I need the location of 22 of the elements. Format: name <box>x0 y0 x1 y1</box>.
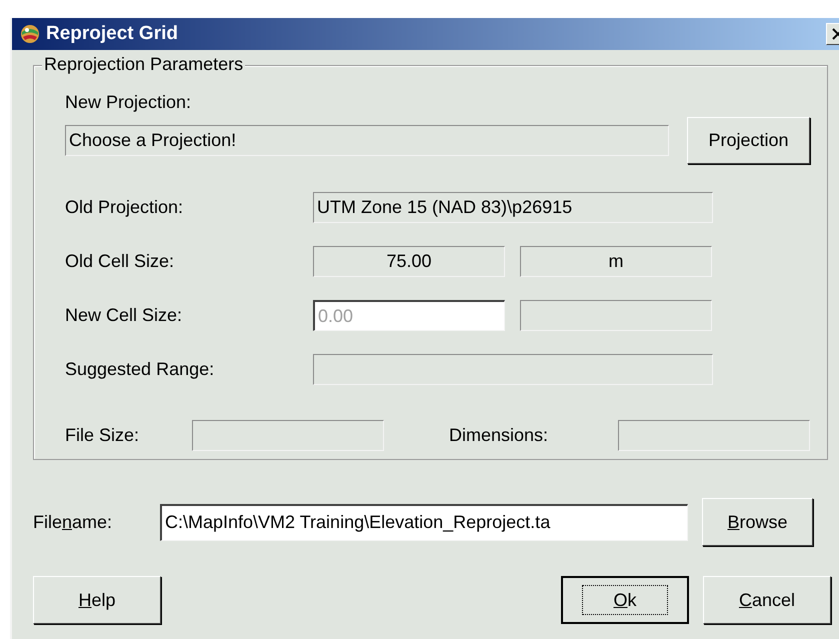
new-projection-field: Choose a Projection! <box>65 125 669 156</box>
field-label: New Projection: <box>65 92 192 113</box>
field-label: Old Cell Size: <box>65 251 176 272</box>
dialog-button[interactable]: Ok <box>561 576 689 624</box>
dialog-button[interactable]: Help <box>33 576 161 624</box>
dialog-button[interactable]: Cancel <box>703 576 831 624</box>
field-label: Dimensions: <box>449 425 550 446</box>
old-cell-size-field: 75.00 <box>313 246 505 277</box>
field-label: File Size: <box>65 425 140 446</box>
filename-label: Filename: <box>33 512 114 532</box>
new-cell-size-input[interactable]: 0.00 <box>313 300 505 331</box>
globe-icon <box>20 24 40 44</box>
group-title: Reprojection Parameters <box>42 54 246 75</box>
old-projection-field: UTM Zone 15 (NAD 83)\p26915 <box>313 192 713 223</box>
window-title: Reproject Grid <box>46 23 178 45</box>
projection-button[interactable]: Projection <box>687 117 810 164</box>
unit-field: m <box>520 246 712 277</box>
filename-input[interactable]: C:\MapInfo\VM2 Training\Elevation_Reproject.ta <box>160 504 688 540</box>
field-label: Suggested Range: <box>65 359 216 380</box>
field-label: New Cell Size: <box>65 305 184 326</box>
field-label: Old Projection: <box>65 197 184 218</box>
browse-button[interactable]: Browse <box>702 498 813 546</box>
